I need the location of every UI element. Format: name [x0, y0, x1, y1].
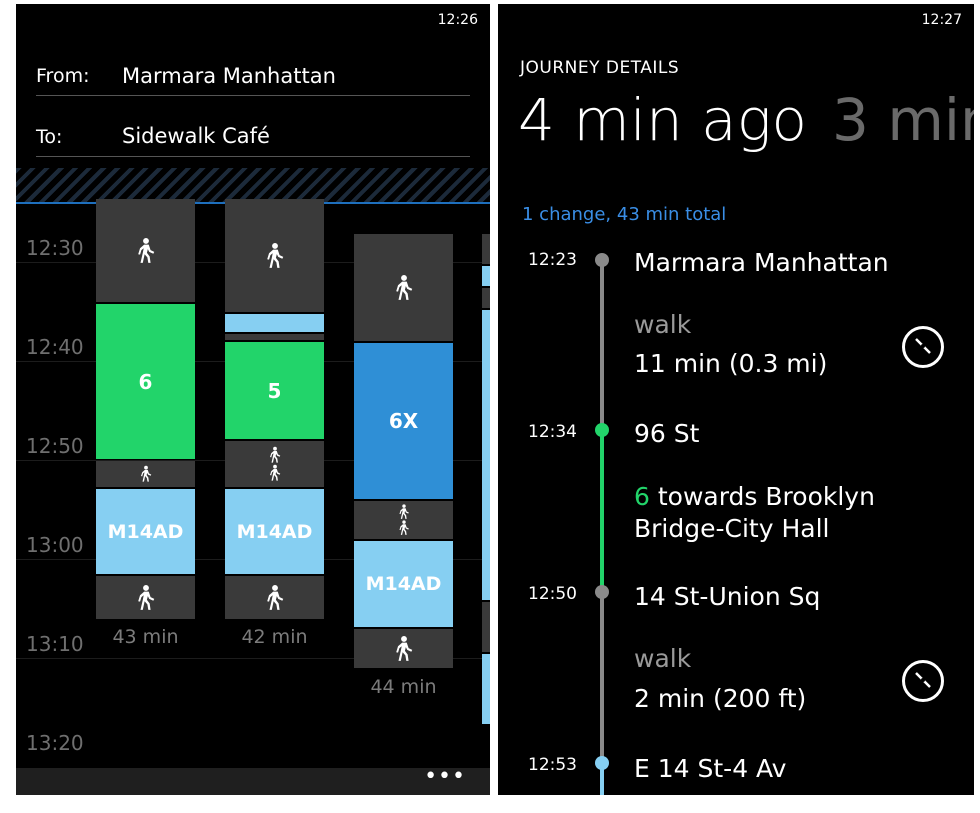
- walk-segment: [96, 576, 195, 619]
- walk-icon: [398, 504, 409, 519]
- walk-icon: [395, 635, 412, 661]
- journey-details-screen: 12:27 JOURNEY DETAILS 4 min ago 3 min 1 …: [498, 4, 974, 795]
- time-label: 13:10: [26, 632, 84, 656]
- from-field[interactable]: Marmara Manhattan: [122, 64, 336, 88]
- bus-segment: M14AD: [354, 541, 453, 627]
- to-divider: [36, 156, 470, 157]
- bus-segment: [225, 314, 324, 332]
- subway-segment: 6: [96, 304, 195, 459]
- transfer-walk-segment: [354, 501, 453, 539]
- leg-mode: walk: [634, 310, 692, 339]
- walk-icon: [137, 237, 154, 263]
- subway-segment: 5: [225, 342, 324, 439]
- route-label: 6: [138, 369, 153, 394]
- journey-option-2[interactable]: 5 M14AD: [225, 199, 324, 619]
- standing-icon: [269, 464, 280, 481]
- walk-timeline: [600, 262, 604, 426]
- app-bar: •••: [16, 766, 490, 795]
- transfer-segment: [225, 334, 324, 340]
- time-label: 12:50: [26, 434, 84, 458]
- walk-icon: [395, 274, 412, 300]
- route-direction: towards Brooklyn: [649, 482, 875, 511]
- stop-time: 12:50: [528, 584, 577, 604]
- route-label: M14AD: [365, 573, 442, 595]
- pivot-header-next[interactable]: 3 min: [832, 86, 974, 154]
- leg-detail: 2 min (200 ft): [634, 684, 807, 713]
- route-label: M14AD: [236, 520, 313, 543]
- walk-segment: [354, 629, 453, 668]
- journey-duration: 42 min: [241, 626, 308, 648]
- bus-segment: [482, 654, 490, 724]
- past-time-hatch: [16, 168, 490, 202]
- stop-marker: [595, 585, 609, 599]
- stop-time: 12:53: [528, 755, 577, 775]
- stop-name[interactable]: 96 St: [634, 419, 699, 448]
- stop-time: 12:34: [528, 422, 577, 442]
- page-title: JOURNEY DETAILS: [520, 58, 680, 78]
- leg-route: 6 towards Brooklyn Bridge-City Hall: [634, 481, 875, 545]
- journey-duration: 43 min: [112, 626, 179, 648]
- walk-segment: [225, 576, 324, 619]
- stop-marker: [595, 756, 609, 770]
- walk-segment: [96, 199, 195, 302]
- stop-name[interactable]: E 14 St-4 Av: [634, 754, 786, 783]
- walk-segment: [354, 234, 453, 341]
- route-label: 6X: [388, 409, 419, 433]
- bus-segment: M14AD: [225, 489, 324, 574]
- stop-marker: [595, 423, 609, 437]
- transfer-walk-segment: [225, 441, 324, 487]
- bus-segment: [482, 310, 490, 600]
- leg-mode: walk: [634, 644, 692, 673]
- walk-timeline: [600, 592, 604, 760]
- journey-duration: 44 min: [370, 676, 437, 698]
- compass-icon[interactable]: [902, 660, 944, 702]
- express-segment: 6X: [354, 343, 453, 499]
- status-clock: 12:26: [437, 12, 478, 28]
- to-field[interactable]: Sidewalk Café: [122, 124, 270, 148]
- walk-segment: [225, 199, 324, 312]
- subway-timeline: [600, 432, 604, 592]
- route-label: 5: [267, 378, 282, 403]
- walk-icon: [140, 465, 151, 482]
- time-label: 12:30: [26, 236, 84, 260]
- leg-detail: 11 min (0.3 mi): [634, 349, 828, 378]
- stop-name[interactable]: 14 St-Union Sq: [634, 582, 820, 611]
- stop-name[interactable]: Marmara Manhattan: [634, 248, 889, 277]
- status-clock: 12:27: [921, 12, 962, 28]
- walk-icon: [269, 446, 280, 463]
- time-label: 13:00: [26, 533, 84, 557]
- pivot-header-active[interactable]: 4 min ago: [518, 86, 807, 154]
- route-number: 6: [634, 482, 650, 511]
- walk-icon: [137, 584, 154, 610]
- walk-segment: [482, 288, 490, 308]
- route-direction-cont: Bridge-City Hall: [634, 514, 830, 543]
- standing-icon: [398, 520, 409, 535]
- stop-time: 12:23: [528, 250, 577, 270]
- trip-planner-screen: 12:26 From: Marmara Manhattan To: Sidewa…: [16, 4, 490, 795]
- walk-icon: [266, 242, 283, 268]
- walk-segment: [482, 602, 490, 652]
- bus-segment: M14AD: [96, 489, 195, 574]
- journey-option-3[interactable]: 6X M14AD: [354, 234, 453, 668]
- from-label: From:: [36, 65, 90, 87]
- stop-marker: [595, 253, 609, 267]
- transfer-walk-segment: [96, 461, 195, 487]
- bus-segment: [482, 266, 490, 286]
- journey-option-4-partial[interactable]: [482, 234, 490, 724]
- walk-segment: [482, 234, 490, 264]
- walk-icon: [266, 584, 283, 610]
- time-label: 13:20: [26, 731, 84, 755]
- journey-summary: 1 change, 43 min total: [522, 204, 727, 225]
- time-label: 12:40: [26, 335, 84, 359]
- compass-icon[interactable]: [902, 326, 944, 368]
- more-menu-button[interactable]: •••: [424, 766, 466, 788]
- route-label: M14AD: [107, 520, 184, 543]
- to-label: To:: [36, 126, 63, 148]
- from-divider: [36, 95, 470, 96]
- journey-option-1[interactable]: 6 M14AD: [96, 199, 195, 619]
